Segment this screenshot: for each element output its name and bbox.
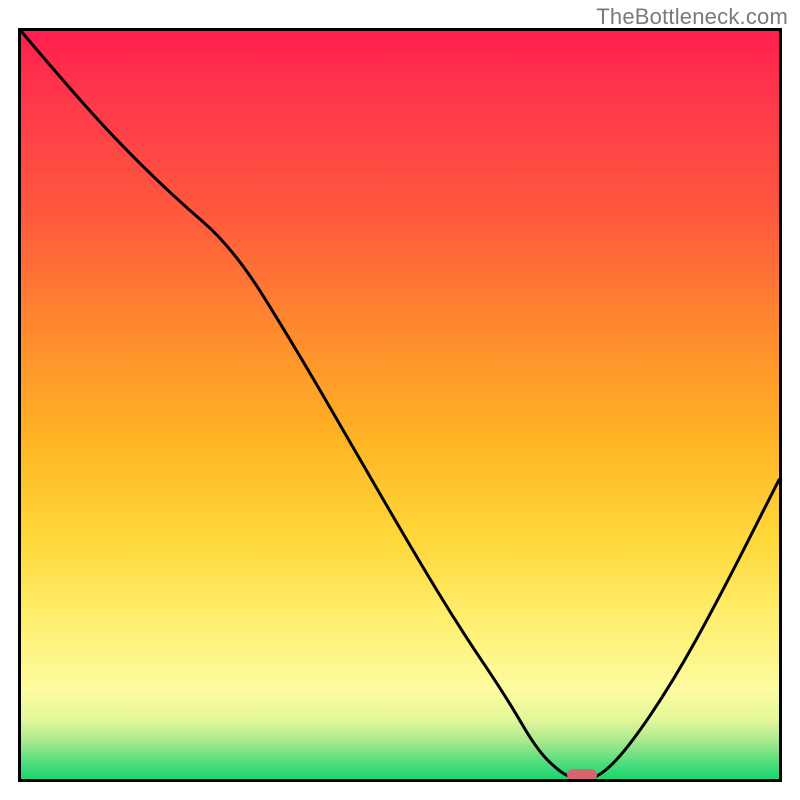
bottleneck-curve [21,31,779,779]
chart-container: TheBottleneck.com [0,0,800,800]
optimum-marker [567,769,597,781]
plot-area [18,28,782,782]
watermark-text: TheBottleneck.com [596,4,788,30]
